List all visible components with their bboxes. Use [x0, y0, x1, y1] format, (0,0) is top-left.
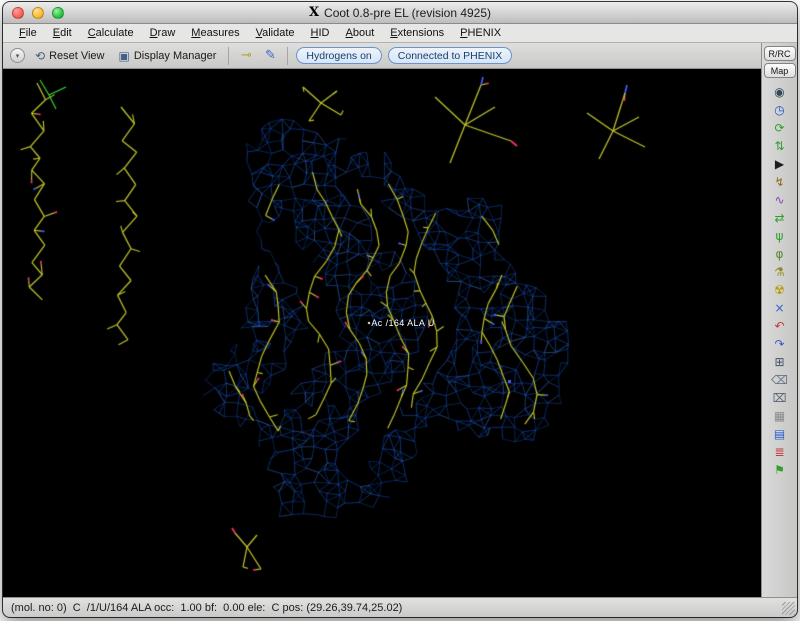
flask-icon[interactable]: ⚗ [769, 265, 791, 280]
redo-icon[interactable]: ↷ [769, 337, 791, 352]
display-manager-icon: ▣ [119, 49, 130, 63]
phenix-status-button[interactable]: Connected to PHENIX [388, 47, 512, 64]
grid-icon[interactable]: ▦ [769, 409, 791, 424]
radiation-icon[interactable]: ☢ [769, 283, 791, 298]
toolbar-separator [287, 47, 288, 65]
reset-view-icon: ⟲ [35, 49, 45, 63]
resize-grip[interactable] [782, 602, 795, 615]
delete-cross-icon[interactable]: × [769, 301, 791, 316]
spin-view-icon[interactable]: ◉ [769, 85, 791, 100]
map-button[interactable]: Map [764, 63, 796, 78]
reset-view-button[interactable]: ⟲ Reset View [31, 47, 109, 65]
toolbar: ▾ ⟲ Reset View ▣ Display Manager ⊸ ✎ Hyd… [3, 43, 761, 69]
menu-about[interactable]: About [338, 25, 383, 41]
rgb-stripes-icon[interactable]: ≣ [769, 445, 791, 460]
rotamer-icon[interactable]: ψ [769, 229, 791, 244]
menu-file[interactable]: File [11, 25, 45, 41]
trash-icon[interactable]: ⌧ [769, 391, 791, 406]
rrc-button[interactable]: R/RC [764, 46, 796, 61]
zoom-button[interactable] [52, 7, 64, 19]
flag-icon[interactable]: ⚑ [769, 463, 791, 478]
refine-cycle-icon[interactable]: ⟳ [769, 121, 791, 136]
window-title-text: Coot 0.8-pre EL (revision 4925) [324, 6, 491, 20]
undo-icon[interactable]: ↶ [769, 319, 791, 334]
eraser-icon[interactable]: ⌫ [769, 373, 791, 388]
gl-canvas[interactable] [3, 69, 761, 597]
swap-vertical-icon[interactable]: ⇅ [769, 139, 791, 154]
menu-hid[interactable]: HID [303, 25, 338, 41]
side-icon-column: ◉ ◷ ⟳ ⇅ ▶ ↯ ∿ ⇄ ψ φ ⚗ ☢ × ↶ ↷ ⊞ ⌫ ⌧ ▦ ▤ [769, 85, 791, 597]
add-box-icon[interactable]: ⊞ [769, 355, 791, 370]
display-manager-label: Display Manager [134, 50, 217, 62]
play-icon[interactable]: ▶ [769, 157, 791, 172]
close-button[interactable] [12, 7, 24, 19]
viewport: Ac /164 ALA U [3, 69, 761, 597]
traffic-lights [12, 2, 64, 23]
status-bar: (mol. no: 0) C /1/U/164 ALA occ: 1.00 bf… [3, 597, 797, 617]
minimize-button[interactable] [32, 7, 44, 19]
menu-calculate[interactable]: Calculate [80, 25, 142, 41]
titlebar[interactable]: X Coot 0.8-pre EL (revision 4925) [3, 2, 797, 24]
menu-phenix[interactable]: PHENIX [452, 25, 509, 41]
status-text: (mol. no: 0) C /1/U/164 ALA occ: 1.00 bf… [11, 602, 402, 614]
menu-draw[interactable]: Draw [142, 25, 184, 41]
atom-label: Ac /164 ALA U [371, 318, 434, 328]
menu-edit[interactable]: Edit [45, 25, 80, 41]
window-title: X Coot 0.8-pre EL (revision 4925) [309, 5, 491, 20]
menubar: File Edit Calculate Draw Measures Valida… [3, 24, 797, 43]
clock-icon[interactable]: ◷ [769, 103, 791, 118]
menu-measures[interactable]: Measures [183, 25, 247, 41]
layers-icon[interactable]: ▤ [769, 427, 791, 442]
bond-tool-icon[interactable]: ⊸ [237, 48, 255, 63]
coot-window: X Coot 0.8-pre EL (revision 4925) File E… [3, 2, 797, 617]
wave-icon[interactable]: ∿ [769, 193, 791, 208]
menu-extensions[interactable]: Extensions [382, 25, 452, 41]
reset-view-label: Reset View [49, 50, 104, 62]
display-manager-button[interactable]: ▣ Display Manager [115, 47, 221, 65]
swap-horizontal-icon[interactable]: ⇄ [769, 211, 791, 226]
hydrogens-toggle[interactable]: Hydrogens on [296, 47, 381, 64]
pencil-tool-icon[interactable]: ✎ [261, 48, 279, 63]
x11-icon: X [309, 5, 319, 20]
toolbar-separator [228, 47, 229, 65]
right-toolbar: R/RC Map ◉ ◷ ⟳ ⇅ ▶ ↯ ∿ ⇄ ψ φ ⚗ ☢ × ↶ ↷ ⊞… [761, 43, 797, 597]
menu-validate[interactable]: Validate [248, 25, 303, 41]
rama-plot-icon[interactable]: φ [769, 247, 791, 262]
toolbar-overflow-button[interactable]: ▾ [10, 48, 25, 63]
bolt-icon[interactable]: ↯ [769, 175, 791, 190]
